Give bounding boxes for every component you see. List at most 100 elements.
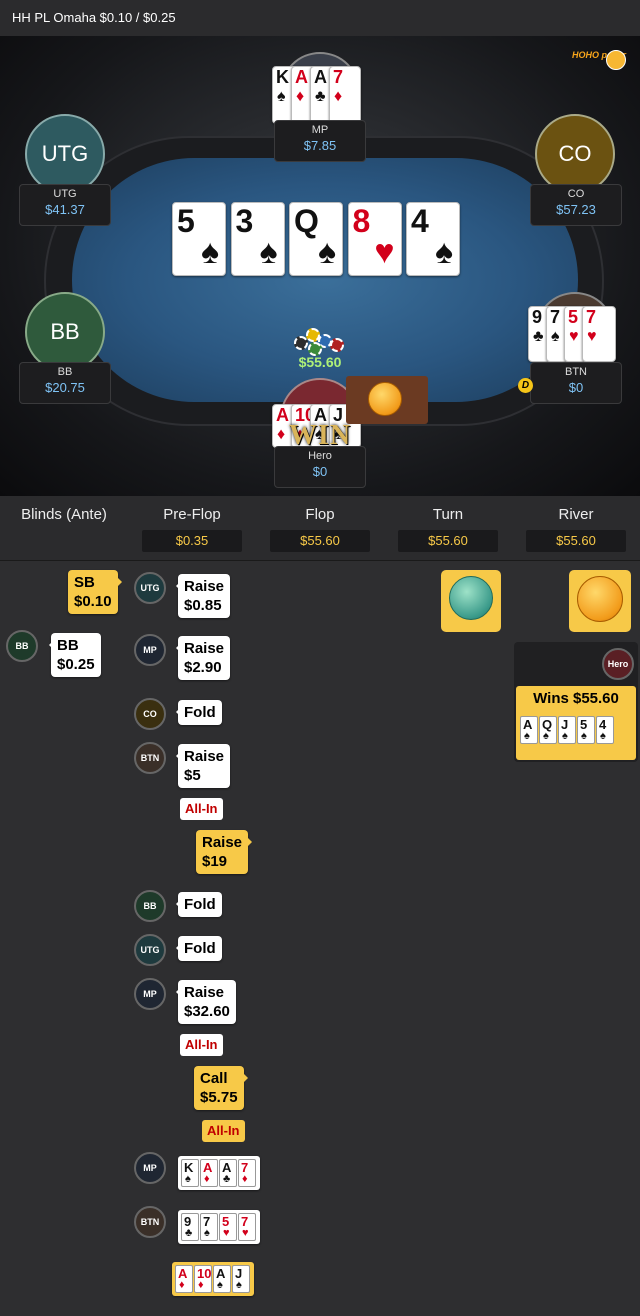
seat-name: Hero (308, 450, 332, 462)
mp-position-badge: MP (134, 1152, 166, 1184)
card-suit-icon: ♣ (315, 88, 326, 105)
bb-position-badge: BB (6, 630, 38, 662)
column-title: Blinds (Ante) (21, 506, 107, 523)
card-suit-icon: ♥ (374, 233, 395, 271)
mini-card: Q ♠ (539, 716, 557, 744)
mini-card: 7 ♥ (238, 1213, 256, 1241)
mini-card: 4 ♠ (596, 716, 614, 744)
card-rank: 7 (550, 307, 561, 327)
seat-co-label: CO $57.23 (530, 184, 622, 226)
mini-card: A ♣ (219, 1159, 237, 1187)
card-suit-icon: ♦ (334, 88, 343, 105)
seat-co-avatar[interactable]: CO (535, 114, 615, 194)
card-rank: 3 (235, 203, 254, 239)
seat-stack: $20.75 (45, 380, 85, 395)
mini-card: K ♠ (181, 1159, 199, 1187)
mini-card: 7 ♦ (238, 1159, 256, 1187)
winning-hand: A ♠ Q ♠ J ♠ 5 ♠ 4 ♠ (520, 716, 615, 744)
column-pot: $0.35 (142, 530, 242, 552)
column-header: Turn $55.60 (384, 496, 512, 560)
seat-stack: $41.37 (45, 202, 85, 217)
card-rank: 5 (177, 203, 195, 239)
mini-card: 5 ♥ (219, 1213, 237, 1241)
btn-position-badge: BTN (134, 742, 166, 774)
column-flop: Flop $55.60 (256, 496, 384, 1316)
card-suit-icon: ♥ (569, 328, 579, 345)
action-bubble: Raise $32.60 (176, 980, 236, 1024)
playing-card: 8 ♥ (347, 202, 402, 276)
column-header: Pre-Flop $0.35 (128, 496, 256, 560)
seat-stack: $0 (312, 464, 328, 479)
mp-position-badge: MP (134, 634, 166, 666)
card-suit-icon: ♠ (259, 233, 278, 271)
column-pot: $55.60 (398, 530, 498, 552)
column-title: River (558, 506, 594, 523)
dealer-button: D (518, 378, 533, 393)
action-bubble: Raise $2.90 (175, 636, 231, 680)
column-header: Flop $55.60 (256, 496, 384, 560)
card-rank: 7 (586, 307, 597, 327)
utg-position-badge: UTG (134, 572, 166, 604)
column-title: Turn (432, 506, 464, 523)
column-title: Flop (305, 506, 335, 523)
mini-card: A ♠ (520, 716, 538, 744)
mp-shown-hand: K ♠ A ♦ A ♣ 7 ♦ (178, 1156, 260, 1190)
card-rank: A (295, 67, 308, 87)
hoho-poker-logo: HOHO poker (572, 50, 626, 72)
card-rank: 9 (532, 307, 543, 327)
playing-card: 5 ♠ (172, 202, 226, 276)
hero-action-bubble: Call $5.75 (194, 1066, 248, 1110)
playing-card: 4 ♠ (406, 202, 460, 276)
seat-utg-avatar[interactable]: UTG (25, 114, 105, 194)
wins-amount: Wins $55.60 (533, 690, 619, 707)
bb-position-badge: BB (134, 890, 166, 922)
card-suit-icon: ♦ (296, 88, 305, 105)
river-emoji-bubble (569, 570, 631, 632)
all-in-tag: All-In (202, 1120, 245, 1142)
laughing-emoji-icon (368, 382, 402, 416)
utg-position-badge: UTG (134, 934, 166, 966)
card-rank: 8 (352, 203, 371, 239)
card-suit-icon: ♠ (317, 233, 336, 271)
mini-card: 5 ♠ (577, 716, 595, 744)
mini-card: 7 ♠ (200, 1213, 218, 1241)
action-bubble: Raise $5 (175, 744, 231, 788)
river-win-box: Hero Wins $55.60 A ♠ Q ♠ J ♠ 5 ♠ 4 ♠ (514, 642, 638, 762)
action-bubble: Fold (176, 936, 222, 961)
laughing-emoji-icon (577, 576, 623, 622)
column-header: River $55.60 (512, 496, 640, 560)
mini-card: J ♠ (558, 716, 576, 744)
column-pot: $55.60 (526, 530, 626, 552)
column-title: Pre-Flop (163, 506, 221, 523)
seat-mp-label: MP $7.85 (274, 120, 366, 162)
emoji-reaction-box (346, 376, 428, 424)
seat-stack: $0 (568, 380, 584, 395)
seat-name: MP (311, 124, 329, 136)
hand-title: HH PL Omaha $0.10 / $0.25 (0, 0, 640, 36)
mini-card: J ♠ (232, 1265, 250, 1293)
column-header: Blinds (Ante) (0, 496, 128, 560)
card-rank: 5 (568, 307, 579, 327)
hero-action-bubble: Raise $19 (196, 830, 253, 874)
mp-position-badge: MP (134, 978, 166, 1010)
mini-card: A ♦ (200, 1159, 218, 1187)
card-rank: K (276, 67, 289, 87)
action-bubble: Fold (176, 700, 222, 725)
all-in-tag: All-In (180, 798, 223, 820)
co-position-badge: CO (134, 698, 166, 730)
all-in-tag: All-In (180, 1034, 223, 1056)
seat-hero-label: Hero $0 (274, 446, 366, 488)
action-history: Blinds (Ante) Pre-Flop $0.35 Flop $55.60 T… (0, 496, 640, 1316)
card-suit-icon: ♠ (277, 88, 286, 105)
btn-position-badge: BTN (134, 1206, 166, 1238)
btn-shown-hand: 9 ♣ 7 ♠ 5 ♥ 7 ♥ (178, 1210, 260, 1244)
mini-card: 10 ♦ (194, 1265, 212, 1293)
card-rank: 7 (333, 67, 344, 87)
logo-face-icon (606, 50, 626, 70)
win-panel: Wins $55.60 A ♠ Q ♠ J ♠ 5 ♠ 4 ♠ (516, 686, 636, 760)
mini-card: A ♠ (213, 1265, 231, 1293)
pot-amount: $55.60 (298, 354, 342, 370)
card-suit-icon: ♠ (200, 233, 219, 271)
card-suit-icon: ♣ (533, 328, 544, 345)
seat-utg-label: UTG $41.37 (19, 184, 111, 226)
